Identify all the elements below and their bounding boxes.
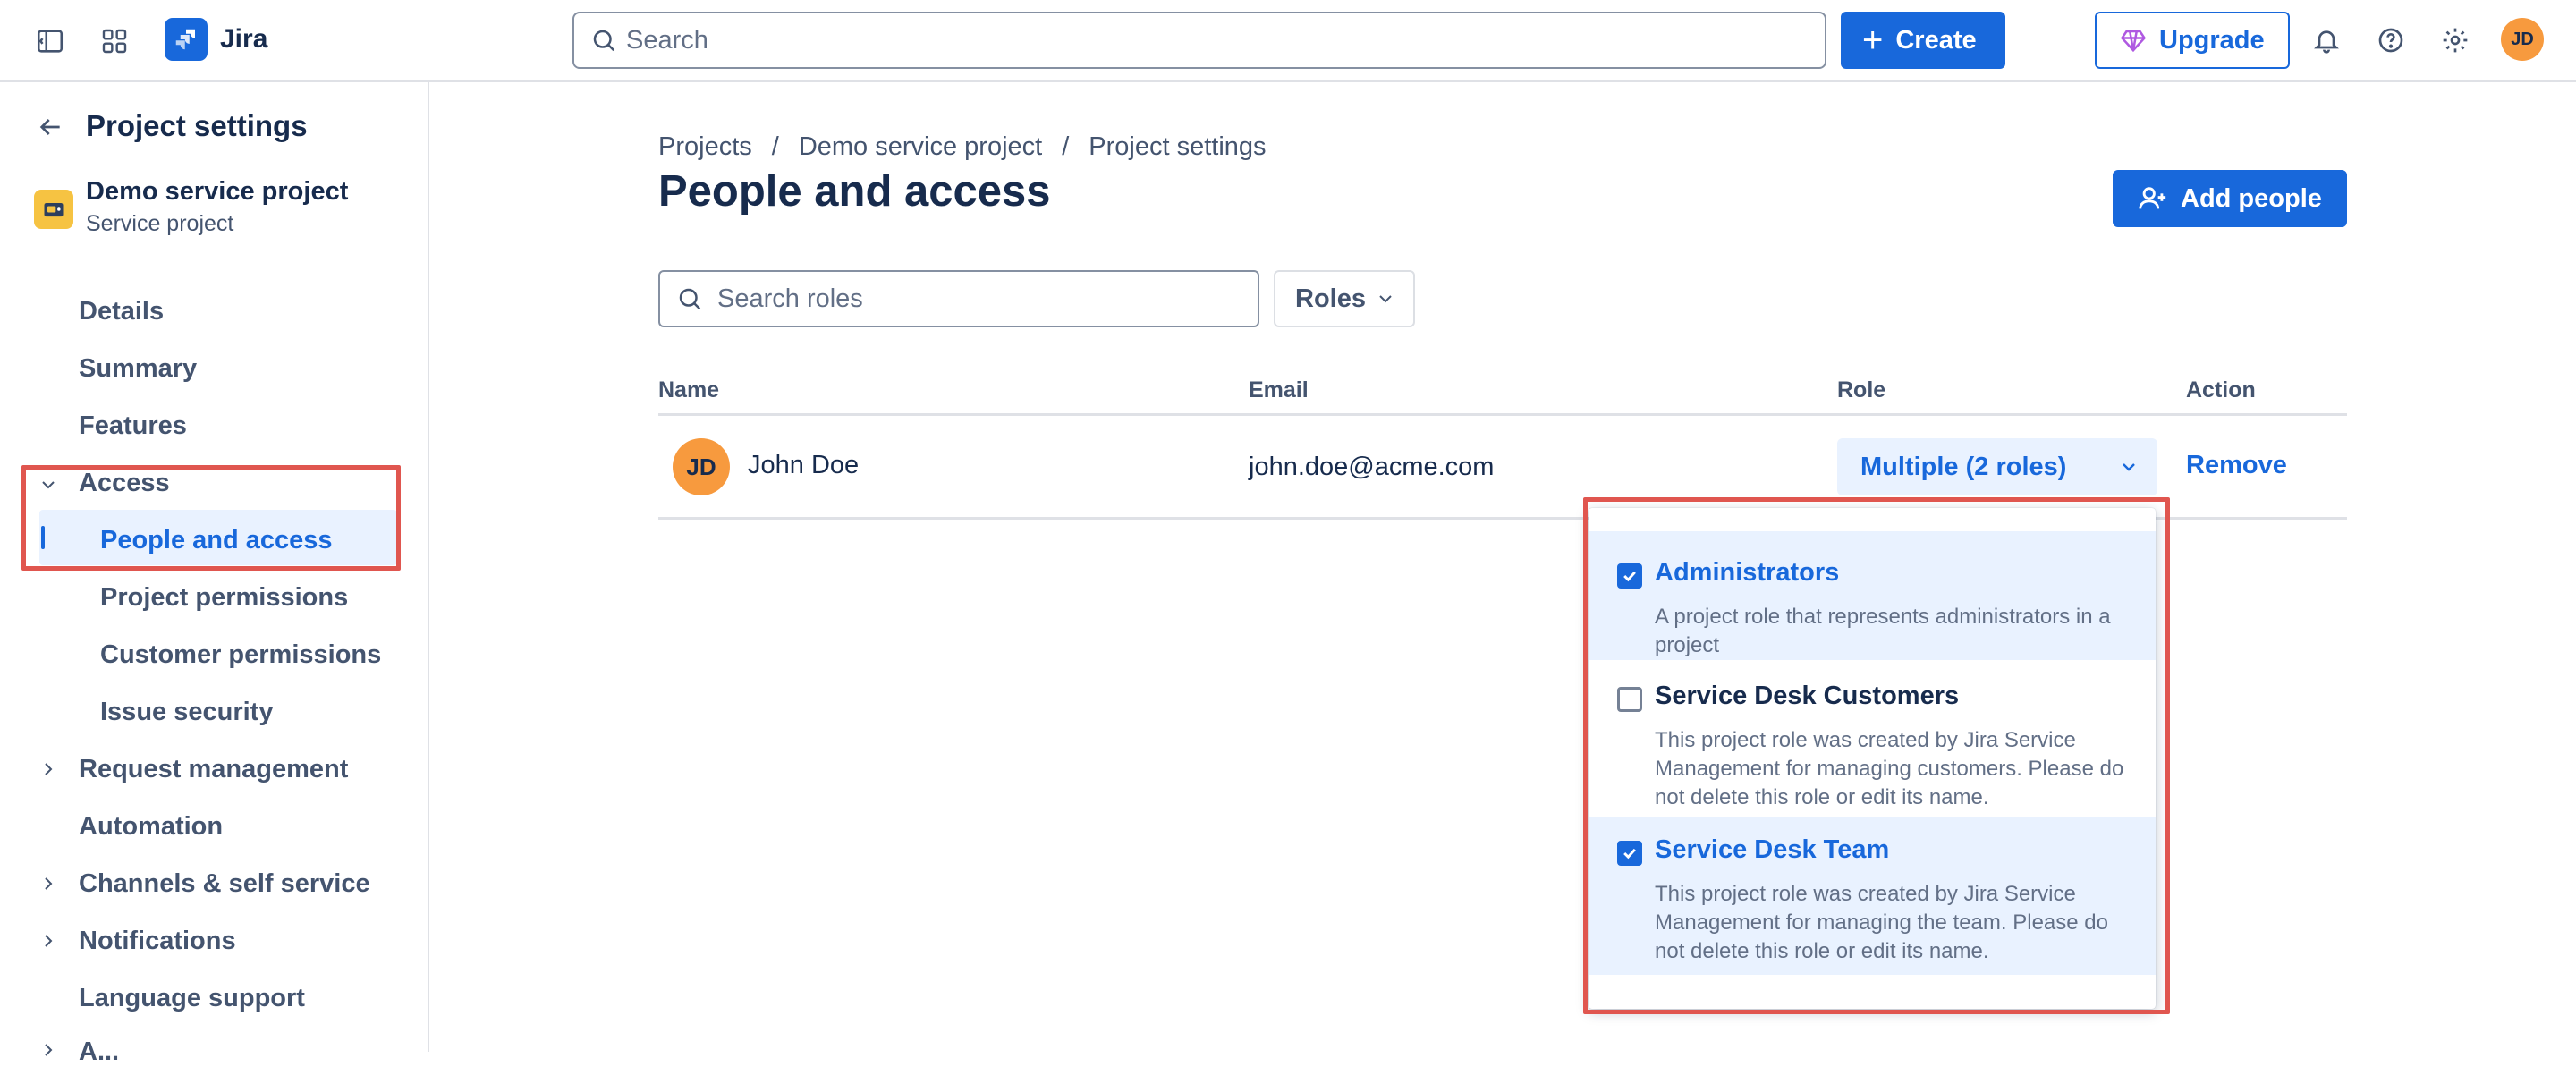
chevron-down-icon — [2118, 456, 2140, 478]
upgrade-button[interactable]: Upgrade — [2095, 12, 2290, 69]
breadcrumb-project[interactable]: Demo service project — [799, 132, 1042, 162]
breadcrumb-separator: / — [1062, 132, 1070, 161]
roles-filter-label: Roles — [1295, 284, 1366, 313]
search-roles-input[interactable]: Search roles — [658, 270, 1259, 327]
breadcrumb-separator: / — [771, 132, 779, 161]
upgrade-label: Upgrade — [2159, 25, 2265, 55]
sidebar-item-request-management[interactable]: Request management — [79, 755, 348, 784]
highlight-box-dropdown — [1583, 497, 2170, 1014]
role-select-value: Multiple (2 roles) — [1860, 452, 2067, 481]
project-type: Service project — [86, 211, 234, 236]
add-people-label: Add people — [2181, 183, 2322, 213]
chevron-right-icon[interactable] — [38, 758, 59, 784]
sidebar-item-channels-self-service[interactable]: Channels & self service — [79, 869, 370, 899]
jira-logo[interactable]: Jira — [165, 18, 267, 61]
top-navigation-bar: Jira Search + Create Upgrade JD — [0, 0, 2576, 82]
search-icon — [590, 27, 617, 54]
page-title: People and access — [658, 167, 1051, 216]
sidebar-item-truncated[interactable]: A... — [79, 1037, 119, 1067]
plus-icon: + — [1862, 21, 1884, 60]
sidebar-item-issue-security[interactable]: Issue security — [100, 698, 273, 727]
sidebar-toggle-icon[interactable] — [32, 23, 68, 59]
help-icon[interactable] — [2372, 21, 2410, 59]
project-settings-sidebar: Project settings Demo service project Se… — [0, 82, 429, 1066]
column-header-name: Name — [658, 377, 720, 402]
jira-logo-icon — [165, 18, 208, 61]
row-email: john.doe@acme.com — [1249, 453, 1495, 481]
role-select-dropdown[interactable]: Multiple (2 roles) — [1837, 438, 2157, 495]
breadcrumb-projects[interactable]: Projects — [658, 132, 752, 162]
global-search-input[interactable]: Search — [572, 12, 1826, 69]
chevron-right-icon[interactable] — [38, 1039, 59, 1065]
notifications-bell-icon[interactable] — [2308, 21, 2345, 59]
back-arrow-icon[interactable] — [32, 109, 68, 145]
sidebar-title: Project settings — [86, 109, 308, 142]
column-header-email: Email — [1249, 377, 1309, 402]
column-header-action: Action — [2186, 377, 2256, 402]
column-header-role: Role — [1837, 377, 1886, 402]
search-roles-placeholder: Search roles — [717, 284, 863, 313]
settings-gear-icon[interactable] — [2436, 21, 2474, 59]
row-name: John Doe — [748, 451, 860, 479]
chevron-down-icon — [1375, 288, 1396, 309]
search-placeholder: Search — [626, 25, 708, 55]
project-avatar-icon — [34, 190, 73, 229]
chevron-right-icon[interactable] — [38, 930, 59, 956]
roles-filter-dropdown[interactable]: Roles — [1274, 270, 1415, 327]
sidebar-item-features[interactable]: Features — [79, 411, 187, 441]
add-person-icon — [2138, 183, 2168, 214]
table-header-divider — [658, 413, 2347, 416]
app-name: Jira — [220, 24, 268, 54]
breadcrumb-project-settings[interactable]: Project settings — [1089, 132, 1266, 162]
highlight-box-sidebar — [21, 465, 401, 571]
search-icon — [676, 285, 703, 312]
sidebar-item-customer-permissions[interactable]: Customer permissions — [100, 640, 381, 670]
chevron-right-icon[interactable] — [38, 873, 59, 899]
create-label: Create — [1895, 25, 1977, 55]
create-button[interactable]: + Create — [1841, 12, 2005, 69]
user-avatar[interactable]: JD — [2501, 18, 2544, 61]
sidebar-item-project-permissions[interactable]: Project permissions — [100, 583, 348, 613]
sidebar-item-notifications[interactable]: Notifications — [79, 927, 236, 956]
sidebar-item-summary[interactable]: Summary — [79, 354, 197, 384]
app-switcher-icon[interactable] — [97, 23, 132, 59]
gem-icon — [2120, 27, 2147, 54]
add-people-button[interactable]: Add people — [2113, 170, 2347, 227]
sidebar-item-language-support[interactable]: Language support — [79, 984, 305, 1013]
sidebar-item-automation[interactable]: Automation — [79, 812, 223, 842]
sidebar-item-details[interactable]: Details — [79, 297, 164, 326]
remove-user-link[interactable]: Remove — [2186, 451, 2287, 480]
breadcrumb: Projects / Demo service project / Projec… — [658, 132, 1267, 162]
avatar: JD — [673, 438, 730, 495]
project-name: Demo service project — [86, 177, 349, 206]
